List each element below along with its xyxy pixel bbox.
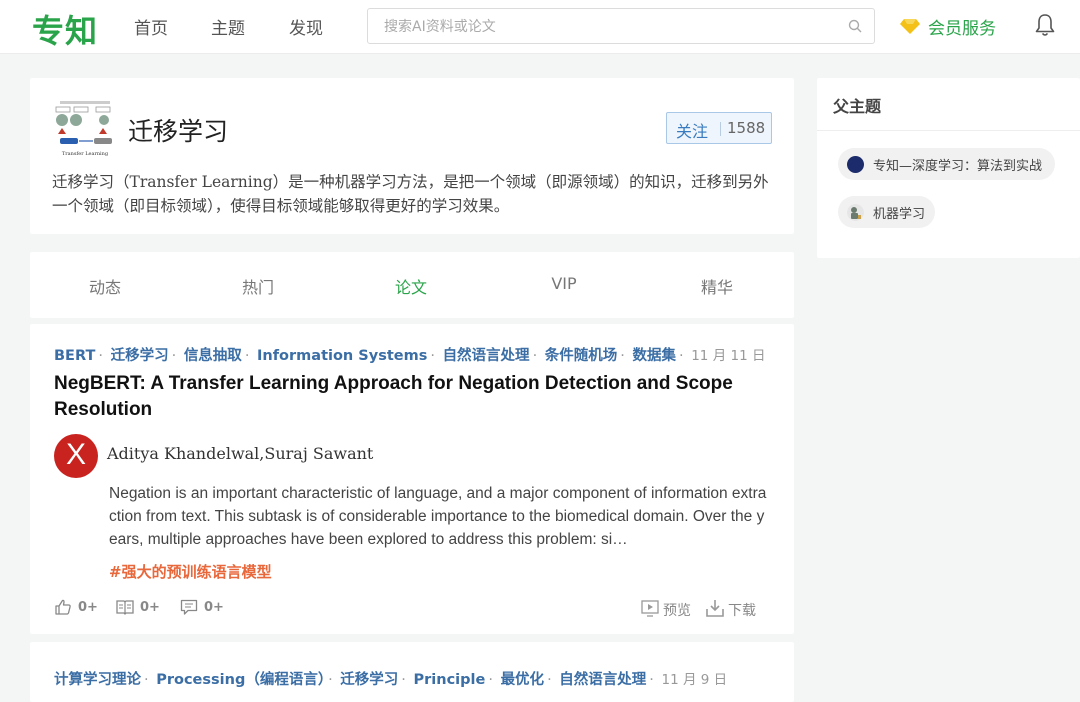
comment-icon (180, 599, 198, 615)
tab-vip[interactable]: VIP (524, 274, 604, 293)
nav-discover[interactable]: 发现 (289, 14, 323, 39)
paper-title[interactable]: NegBERT: A Transfer Learning Approach fo… (54, 371, 774, 423)
paper-tag[interactable]: 数据集 (633, 348, 677, 364)
parent-topic-chip[interactable]: 专知—深度学习：算法到实战 (838, 148, 1055, 180)
tab-featured[interactable]: 精华 (677, 274, 757, 298)
search-box (367, 8, 875, 44)
follow-button[interactable]: 关注 1588 (666, 112, 772, 144)
thumbnail-caption: Transfer Learning (62, 151, 109, 157)
paper-tag[interactable]: 最优化 (501, 672, 545, 688)
paper-tag[interactable]: 迁移学习 (340, 672, 398, 688)
topic-thumbnail[interactable]: Transfer Learning (52, 98, 118, 160)
search-icon[interactable] (848, 19, 862, 33)
avatar-letter: X (65, 438, 86, 471)
parent-topics-panel: 父主题 专知—深度学习：算法到实战 机器学习 (817, 78, 1080, 258)
follower-count: 1588 (727, 119, 766, 137)
follow-separator (720, 122, 721, 136)
parent-topic-label: 机器学习 (873, 207, 926, 222)
paper-authors: Aditya Khandelwal,Suraj Sawant (107, 444, 374, 463)
search-input[interactable] (384, 16, 824, 38)
paper-abstract: Negation is an important characteristic … (109, 485, 767, 548)
topic-card: Transfer Learning 迁移学习 关注 1588 迁移学习（Tran… (30, 78, 794, 234)
content-tabs: 动态 热门 论文 VIP 精华 (30, 252, 794, 318)
follow-label: 关注 (676, 122, 709, 141)
paper-card: 计算学习理论 · Processing（编程语言） · 迁移学习 · Principl… (30, 642, 794, 702)
tab-updates[interactable]: 动态 (65, 274, 145, 298)
vip-service-label: 会员服务 (928, 19, 996, 39)
parent-topics-title: 父主题 (833, 97, 882, 116)
paper-tag[interactable]: Information Systems (257, 348, 427, 364)
paper-tag[interactable]: 自然语言处理 (559, 672, 646, 688)
download-label: 下载 (728, 603, 756, 619)
nav-home[interactable]: 首页 (134, 14, 168, 39)
paper-tag[interactable]: Principle (414, 672, 486, 688)
paper-tag[interactable]: 信息抽取 (184, 348, 242, 364)
parent-topic-label: 专知—深度学习：算法到实战 (873, 159, 1043, 174)
read-count: 0+ (140, 600, 160, 615)
download-icon (706, 600, 724, 617)
paper-hashtag[interactable]: #强大的预训练语言模型 (109, 561, 272, 582)
paper-tag[interactable]: 迁移学习 (111, 348, 169, 364)
like-count: 0+ (78, 600, 98, 615)
paper-tags: 计算学习理论 · Processing（编程语言） · 迁移学习 · Principl… (54, 672, 728, 688)
paper-tag[interactable]: 条件随机场 (545, 348, 618, 364)
paper-date: 11 月 9 日 (661, 672, 728, 688)
paper-date: 11 月 11 日 (691, 348, 766, 364)
top-header: 专知 首页 主题 发现 会员服务 (0, 0, 1080, 54)
preview-label: 预览 (663, 603, 691, 619)
paper-tag[interactable]: 自然语言处理 (443, 348, 530, 364)
topic-icon (847, 156, 864, 173)
tab-papers[interactable]: 论文 (371, 274, 451, 298)
paper-tags: BERT · 迁移学习 · 信息抽取 · Information Systems · 自… (54, 348, 766, 364)
robot-icon (847, 204, 864, 221)
paper-tag[interactable]: Processing（编程语言） (156, 672, 325, 688)
paper-tag[interactable]: BERT (54, 348, 95, 364)
topic-title: 迁移学习 (128, 117, 229, 146)
preview-icon (641, 600, 659, 617)
tab-hot[interactable]: 热门 (218, 274, 298, 298)
topic-description: 迁移学习（Transfer Learning）是一种机器学习方法，是把一个领域（… (52, 173, 769, 215)
book-icon (116, 600, 134, 615)
paper-card: BERT · 迁移学习 · 信息抽取 · Information Systems · 自… (30, 324, 794, 634)
thumbs-up-icon (55, 599, 71, 615)
divider (817, 130, 1080, 131)
site-logo[interactable]: 专知 (32, 6, 98, 52)
nav-topics[interactable]: 主题 (211, 14, 245, 39)
diamond-icon (900, 19, 920, 34)
paper-tag[interactable]: 计算学习理论 (54, 672, 141, 688)
comment-count: 0+ (204, 600, 224, 615)
bell-icon[interactable] (1034, 13, 1056, 37)
author-avatar[interactable]: X (54, 434, 98, 478)
parent-topic-chip[interactable]: 机器学习 (838, 196, 935, 228)
